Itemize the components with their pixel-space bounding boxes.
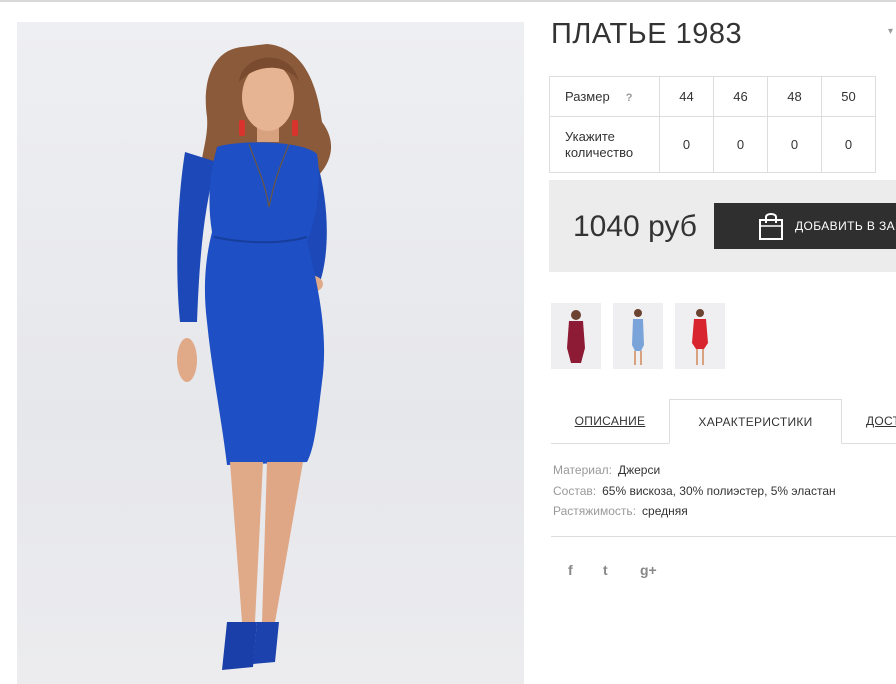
size-cell-48: 48 — [767, 76, 822, 117]
quantity-label-cell: Укажите количество — [549, 116, 660, 173]
size-cell-50: 50 — [821, 76, 876, 117]
color-variant-thumb-red[interactable] — [675, 303, 725, 369]
variant-dress-shape — [567, 321, 585, 363]
quantity-input-48[interactable]: 0 — [767, 116, 822, 173]
twitter-icon[interactable]: t — [603, 562, 608, 578]
top-border — [0, 0, 896, 2]
quantity-input-46[interactable]: 0 — [713, 116, 768, 173]
price: 1040 руб — [573, 210, 697, 243]
dress-shape — [204, 142, 325, 465]
variant-dress-shape — [632, 319, 644, 351]
price-box: 1040 руб ДОБАВИТЬ В ЗАКАЗ — [549, 180, 896, 272]
color-variant-thumb-light-blue[interactable] — [613, 303, 663, 369]
product-title: ПЛАТЬЕ 1983 — [551, 18, 743, 50]
quantity-label-line1: Укажите — [565, 128, 615, 144]
size-label-cell: Размер? — [549, 76, 660, 117]
spec-material: Материал: Джерси — [553, 463, 661, 477]
quantity-row: Укажите количество 0 0 0 0 — [549, 116, 876, 173]
facebook-icon[interactable]: f — [568, 562, 573, 578]
size-quantity-table: Размер? 44 46 48 50 Укажите количество 0 … — [549, 76, 876, 173]
color-variant-thumb-burgundy[interactable] — [551, 303, 601, 369]
add-to-order-button[interactable]: ДОБАВИТЬ В ЗАКАЗ — [714, 203, 896, 249]
size-help-icon[interactable]: ? — [626, 92, 633, 104]
size-row: Размер? 44 46 48 50 — [549, 76, 876, 117]
product-tabs: ОПИСАНИЕ ХАРАКТЕРИСТИКИ ДОСТАВКА — [551, 399, 896, 444]
chevron-down-icon[interactable]: ▾ — [888, 26, 893, 37]
add-to-order-label: ДОБАВИТЬ В ЗАКАЗ — [795, 219, 896, 233]
size-label: Размер — [565, 89, 610, 104]
tab-delivery[interactable]: ДОСТАВКА — [842, 399, 896, 443]
section-divider — [551, 536, 896, 537]
variant-dress-shape — [692, 319, 708, 349]
quantity-input-50[interactable]: 0 — [821, 116, 876, 173]
spec-stretch: Растяжимость: средняя — [553, 504, 688, 518]
tab-characteristics[interactable]: ХАРАКТЕРИСТИКИ — [669, 399, 842, 444]
spec-composition: Состав: 65% вискоза, 30% полиэстер, 5% эл… — [553, 484, 836, 498]
shopping-bag-icon — [759, 213, 783, 240]
quantity-label-line2: количество — [565, 144, 634, 160]
size-cell-44: 44 — [659, 76, 714, 117]
google-plus-icon[interactable]: g+ — [640, 562, 657, 578]
size-cell-46: 46 — [713, 76, 768, 117]
tab-description[interactable]: ОПИСАНИЕ — [551, 399, 669, 443]
quantity-input-44[interactable]: 0 — [659, 116, 714, 173]
model-illustration — [177, 44, 332, 670]
product-photo[interactable] — [17, 22, 524, 684]
